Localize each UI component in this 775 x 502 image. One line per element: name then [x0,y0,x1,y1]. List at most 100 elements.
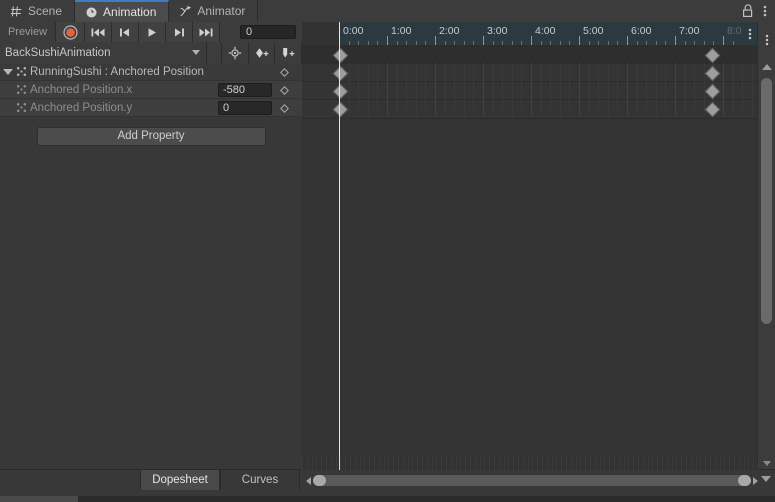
keyframe-diamond-icon [279,85,289,95]
minimap-tick [527,457,529,470]
kebab-menu-icon[interactable] [763,4,767,18]
horizontal-scroll-handle-left[interactable] [313,475,326,486]
add-event-button[interactable] [275,42,302,63]
minimap-tick [494,457,495,470]
bottom-bar: Dopesheet Curves [0,457,775,502]
minimap-tick [748,457,750,470]
record-button[interactable] [56,22,85,42]
dopesheet-gridline [694,63,696,117]
dopesheet-grid[interactable] [302,45,758,470]
add-keyframe-button[interactable] [248,42,276,63]
minimap-tick [412,457,414,470]
frame-input[interactable]: 0 [240,25,296,39]
lock-icon[interactable] [742,4,754,18]
vertical-scrollbar[interactable] [757,22,775,470]
property-row-anchored-position-y[interactable]: Anchored Position.y 0 [0,99,302,117]
property-value-y-text: 0 [223,102,230,114]
timeline-minimap[interactable] [302,457,758,470]
dopesheet-gridline [502,63,504,117]
minimap-tick [657,457,659,470]
add-event-icon [283,47,295,57]
timeline-menu-button[interactable] [741,22,758,45]
ruler-tick-major [579,36,580,45]
property-list-panel: RunningSushi : Anchored Position Anchore… [0,63,303,470]
first-frame-button[interactable] [85,22,112,42]
tab-scene[interactable]: Scene [0,0,76,22]
minimap-tick [710,457,711,470]
minimap-tick [446,457,447,470]
tab-animator[interactable]: Animator [169,0,259,22]
tab-dopesheet[interactable]: Dopesheet [140,470,220,490]
add-property-button[interactable]: Add Property [36,126,266,146]
ruler-tick-label: 3:00 [487,25,508,37]
ruler-tick-label: 7:00 [679,25,700,37]
minimap-tick [407,457,409,470]
minimap-tick [450,457,452,470]
target-filter-icon [228,46,242,59]
minimap-tick [686,457,687,470]
dopesheet-row[interactable] [302,63,758,83]
horizontal-scrollbar[interactable] [306,474,758,487]
minimap-tick [566,457,567,470]
clock-icon [86,6,97,18]
minimap-tick [729,457,731,470]
tab-animation[interactable]: Animation [75,0,170,22]
os-taskbar-item [0,496,78,502]
minimap-tick [599,457,601,470]
minimap-tick [561,457,563,470]
minimap-tick [681,457,683,470]
minimap-tick [614,457,615,470]
filter-button[interactable] [222,42,249,63]
scroll-up-icon[interactable] [762,64,772,70]
play-button[interactable] [139,22,166,42]
minimap-tick [417,457,419,470]
add-keyframe-icon [255,47,268,58]
minimap-tick [609,457,611,470]
minimap-tick [522,457,524,470]
vertical-scroll-thumb[interactable] [761,78,772,324]
timeline-ruler[interactable]: 0:00 1:00 2:00 3:00 4:00 5:00 6:00 7:00 8:00 [302,22,758,46]
chevron-down-icon[interactable] [761,476,771,482]
transform-dots-icon [16,102,27,113]
dopesheet-row[interactable] [302,81,758,101]
scroll-down-icon[interactable] [763,461,771,466]
arrow-right-icon[interactable] [753,476,758,485]
property-row-parent[interactable]: RunningSushi : Anchored Position [0,63,302,81]
minimap-tick [465,457,467,470]
dopesheet-row[interactable] [302,99,758,119]
minimap-tick [705,457,707,470]
keyframe-toggle-y[interactable] [276,99,292,117]
clip-dropdown[interactable]: BackSushiAnimation [0,42,208,63]
next-frame-button[interactable] [166,22,193,42]
prev-frame-button[interactable] [112,22,139,42]
playhead-line[interactable] [339,45,340,470]
sheet-menu-button[interactable] [758,22,775,58]
property-value-y[interactable]: 0 [218,101,272,115]
skip-start-icon [91,28,105,36]
keyframe-toggle-parent[interactable] [276,63,292,81]
minimap-tick [734,457,735,470]
horizontal-scroll-handle-right[interactable] [738,475,751,486]
last-frame-button[interactable] [193,22,220,42]
transform-dots-icon [16,66,27,77]
dopesheet-row[interactable] [302,45,758,63]
minimap-tick [335,457,337,470]
tab-curves[interactable]: Curves [220,470,300,490]
ruler-tick-major [531,36,532,45]
preview-label: Preview [7,26,48,38]
dopesheet-gridline [463,63,465,117]
minimap-tick [532,457,534,470]
property-value-x[interactable]: -580 [218,83,272,97]
keyframe-toggle-x[interactable] [276,81,292,99]
horizontal-scroll-track[interactable] [313,475,751,486]
preview-button[interactable]: Preview [0,22,56,42]
arrow-left-icon[interactable] [306,476,311,485]
dopesheet-gridline [435,63,436,117]
foldout-toggle[interactable] [0,68,16,75]
playhead-line-ruler[interactable] [339,22,340,45]
dopesheet-gridline [492,63,494,117]
tab-animator-label: Animator [197,4,246,18]
property-row-anchored-position-x[interactable]: Anchored Position.x -580 [0,81,302,99]
grid-icon [10,6,22,16]
dopesheet-gridline [646,63,648,117]
